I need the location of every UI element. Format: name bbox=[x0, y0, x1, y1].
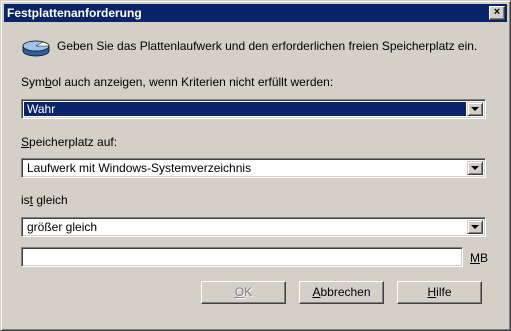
size-unit-label: MB bbox=[470, 251, 489, 265]
disk-drive-icon bbox=[22, 40, 50, 57]
dialog-window: Festplattenanforderung × Geben Sie das P… bbox=[0, 0, 511, 331]
storage-value: Laufwerk mit Windows-Systemverzeichnis bbox=[27, 161, 252, 175]
chevron-down-icon[interactable] bbox=[467, 102, 483, 116]
title-bar: Festplattenanforderung × bbox=[4, 4, 507, 22]
chevron-down-icon[interactable] bbox=[467, 161, 483, 175]
intro-text: Geben Sie das Plattenlaufwerk und den er… bbox=[57, 39, 478, 53]
show-symbol-label: Symbol auch anzeigen, wenn Kriterien nic… bbox=[21, 75, 334, 89]
comparison-select[interactable]: größer gleich bbox=[21, 217, 486, 237]
show-symbol-value: Wahr bbox=[24, 102, 466, 116]
close-icon: × bbox=[493, 6, 501, 18]
help-button[interactable]: Hilfe bbox=[397, 281, 482, 304]
comparison-value: größer gleich bbox=[27, 220, 98, 234]
cancel-button[interactable]: Abbrechen bbox=[299, 281, 384, 304]
show-symbol-select[interactable]: Wahr bbox=[21, 99, 486, 119]
chevron-down-icon[interactable] bbox=[467, 220, 483, 234]
ok-button[interactable]: OK bbox=[201, 281, 286, 304]
window-title: Festplattenanforderung bbox=[7, 6, 142, 20]
storage-select[interactable]: Laufwerk mit Windows-Systemverzeichnis bbox=[21, 158, 486, 178]
storage-label: Speicherplatz auf: bbox=[21, 135, 118, 149]
size-input[interactable] bbox=[21, 247, 463, 267]
comparison-label: ist gleich bbox=[21, 193, 68, 207]
close-button[interactable]: × bbox=[489, 6, 505, 20]
